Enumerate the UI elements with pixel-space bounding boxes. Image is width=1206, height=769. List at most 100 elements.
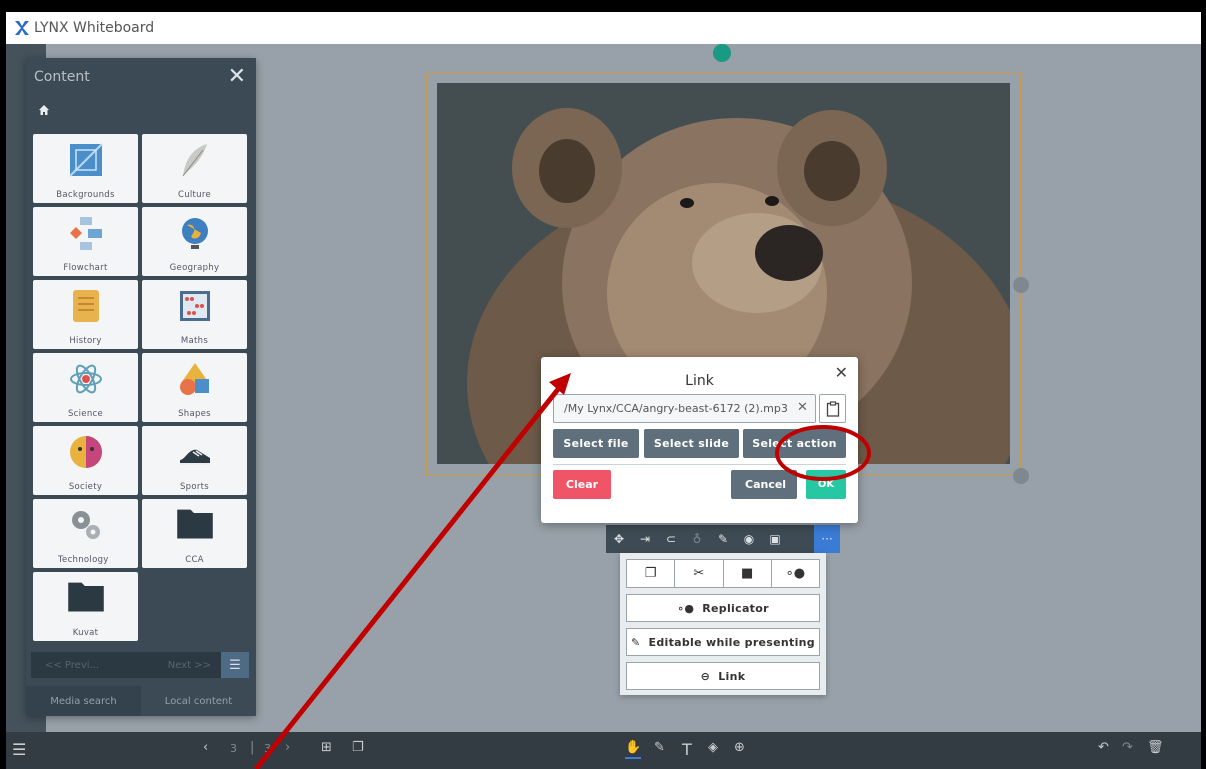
title-bar: LYNX Whiteboard bbox=[6, 12, 1201, 44]
previous-button[interactable]: << Previ... bbox=[31, 660, 128, 671]
tile-label: Technology bbox=[58, 555, 109, 565]
mute-icon[interactable]: ✎ bbox=[710, 532, 736, 546]
hand-tool-icon[interactable]: ✋ bbox=[625, 740, 642, 759]
tile-label: Backgrounds bbox=[56, 190, 115, 200]
resize-handle-right[interactable] bbox=[1013, 277, 1029, 293]
move-icon[interactable]: ✥ bbox=[606, 532, 632, 546]
tile-label: History bbox=[69, 336, 102, 346]
tile-flowchart[interactable]: Flowchart bbox=[33, 207, 138, 276]
replicator-button[interactable]: ∘● Replicator bbox=[626, 594, 820, 622]
scroll-icon bbox=[73, 290, 99, 322]
replicator-label: Replicator bbox=[702, 601, 769, 615]
dialog-title: Link bbox=[685, 373, 714, 389]
tab-local-content[interactable]: Local content bbox=[141, 686, 256, 716]
cut-icon[interactable]: ✂ bbox=[675, 560, 724, 587]
tile-label: Science bbox=[67, 409, 104, 419]
tile-technology[interactable]: Technology bbox=[33, 499, 138, 568]
tile-kuvat[interactable]: Kuvat bbox=[33, 572, 138, 641]
link-path-input[interactable]: /My Lynx/CCA/angry-beast-6172 (2).mp3 bbox=[553, 394, 816, 423]
tile-society[interactable]: Society bbox=[33, 426, 138, 495]
frame-icon[interactable]: ▣ bbox=[762, 532, 788, 546]
clear-button[interactable]: Clear bbox=[553, 470, 611, 499]
close-icon[interactable]: ✕ bbox=[835, 363, 848, 382]
tile-shapes[interactable]: Shapes bbox=[142, 353, 247, 422]
bottom-toolbar: ☰ ‹ 3 | 3 › ⊞ ❐ ✋ ✎ T ◈ ⊕ ↶ ↷ 🗑 bbox=[6, 732, 1201, 769]
content-panel-title: Content bbox=[34, 69, 90, 85]
app-title: LYNX Whiteboard bbox=[34, 20, 155, 36]
home-icon[interactable] bbox=[26, 96, 256, 128]
tile-maths[interactable]: Maths bbox=[142, 280, 247, 349]
tile-label: Geography bbox=[169, 263, 220, 273]
select-slide-button[interactable]: Select slide bbox=[644, 429, 739, 458]
lynx-logo-icon bbox=[15, 21, 29, 35]
link-chain-icon[interactable]: ⊂ bbox=[658, 532, 684, 546]
dialog-divider bbox=[553, 464, 846, 465]
feather-icon bbox=[182, 144, 207, 177]
resize-handle-corner[interactable] bbox=[1013, 468, 1029, 484]
content-pager: << Previ... Next >> ☰ bbox=[31, 652, 249, 678]
content-panel: Content ✕ Backgrounds Culture Flowchart bbox=[26, 58, 256, 716]
hamburger-icon[interactable]: ☰ bbox=[221, 652, 249, 678]
more-options-icon[interactable]: ··· bbox=[814, 525, 840, 553]
current-page: 3 bbox=[230, 742, 237, 755]
flowchart-icon bbox=[70, 217, 102, 250]
cancel-button[interactable]: Cancel bbox=[731, 470, 797, 499]
object-toolbar: ✥ ⇥ ⊂ ♁ ✎ ◉ ▣ ··· bbox=[606, 525, 840, 553]
tile-geography[interactable]: Geography bbox=[142, 207, 247, 276]
content-panel-header: Content ✕ bbox=[26, 58, 256, 96]
tile-label: CCA bbox=[185, 555, 204, 565]
tile-backgrounds[interactable]: Backgrounds bbox=[33, 134, 138, 203]
tab-media-search[interactable]: Media search bbox=[26, 686, 141, 716]
object-menu-actions: ❐ ✂ ■ ∘● bbox=[626, 559, 820, 588]
globe-icon bbox=[182, 218, 208, 249]
folder-icon bbox=[177, 509, 213, 539]
tile-label: Kuvat bbox=[72, 628, 99, 638]
tile-label: Sports bbox=[179, 482, 210, 492]
object-menu: ❐ ✂ ■ ∘● ∘● Replicator ✎ Editable while … bbox=[620, 553, 826, 695]
total-pages: 3 bbox=[264, 742, 271, 755]
replicator-icon[interactable]: ∘● bbox=[772, 560, 819, 587]
shape-tool-icon[interactable]: ◈ bbox=[708, 740, 718, 755]
next-page-icon[interactable]: › bbox=[285, 740, 290, 755]
tile-label: Society bbox=[68, 482, 103, 492]
undo-icon[interactable]: ↶ bbox=[1098, 740, 1109, 755]
next-button[interactable]: Next >> bbox=[128, 660, 221, 671]
microphone-icon[interactable]: ♁ bbox=[684, 532, 710, 546]
link-dialog: Link ✕ /My Lynx/CCA/angry-beast-6172 (2)… bbox=[541, 357, 858, 523]
app-window: LYNX Whiteboard Content ✕ Backgrounds Cu… bbox=[6, 12, 1201, 769]
text-tool-icon[interactable]: T bbox=[682, 740, 692, 759]
ok-button[interactable]: OK bbox=[806, 470, 846, 499]
tile-culture[interactable]: Culture bbox=[142, 134, 247, 203]
delete-icon[interactable]: ■ bbox=[724, 560, 772, 587]
copy-icon[interactable]: ❐ bbox=[627, 560, 676, 587]
pen-tool-icon[interactable]: ✎ bbox=[654, 740, 665, 755]
tile-science[interactable]: Science bbox=[33, 353, 138, 422]
add-page-icon[interactable]: ⊞ bbox=[321, 740, 332, 755]
abacus-icon bbox=[180, 291, 210, 321]
tile-cca[interactable]: CCA bbox=[142, 499, 247, 568]
tile-sports[interactable]: Sports bbox=[142, 426, 247, 495]
select-action-button[interactable]: Select action bbox=[743, 429, 846, 458]
tile-history[interactable]: History bbox=[33, 280, 138, 349]
rotate-handle[interactable] bbox=[713, 44, 731, 62]
link-button[interactable]: ⊖ Link bbox=[626, 662, 820, 690]
send-icon[interactable]: ⇥ bbox=[632, 532, 658, 546]
main-menu-icon[interactable]: ☰ bbox=[12, 740, 26, 759]
redo-icon[interactable]: ↷ bbox=[1122, 740, 1133, 755]
close-icon[interactable]: ✕ bbox=[228, 66, 246, 88]
prev-page-icon[interactable]: ‹ bbox=[203, 740, 208, 755]
pencil-icon: ✎ bbox=[631, 635, 641, 649]
tile-label: Flowchart bbox=[63, 263, 108, 273]
paste-button[interactable] bbox=[819, 394, 846, 423]
folder-icon bbox=[68, 582, 104, 612]
pages-overview-icon[interactable]: ❐ bbox=[352, 740, 364, 755]
select-file-button[interactable]: Select file bbox=[553, 429, 639, 458]
clipboard-icon bbox=[826, 400, 839, 417]
clear-input-icon[interactable]: ✕ bbox=[797, 400, 808, 415]
tile-label: Culture bbox=[177, 190, 212, 200]
whiteboard-canvas[interactable]: Content ✕ Backgrounds Culture Flowchart bbox=[6, 44, 1201, 732]
add-icon[interactable]: ⊕ bbox=[734, 740, 745, 755]
trash-icon[interactable]: 🗑 bbox=[1147, 740, 1164, 755]
editable-while-presenting-button[interactable]: ✎ Editable while presenting bbox=[626, 628, 820, 656]
eye-icon[interactable]: ◉ bbox=[736, 532, 762, 546]
